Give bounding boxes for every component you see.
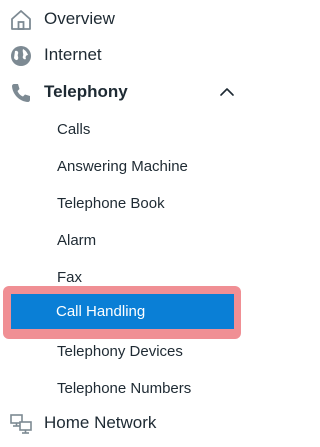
sub-item-answering-machine[interactable]: Answering Machine	[0, 148, 248, 185]
sub-item-call-handling[interactable]: Call Handling	[11, 294, 234, 329]
nav-item-overview[interactable]: Overview	[0, 1, 248, 37]
sub-item-label: Alarm	[57, 232, 97, 249]
nav-item-label: Overview	[44, 9, 115, 28]
phone-icon	[9, 81, 33, 105]
nav-item-telephony[interactable]: Telephony	[0, 74, 248, 110]
sub-item-label: Call Handling	[56, 303, 146, 320]
sub-item-label: Telephony Devices	[57, 343, 183, 360]
nav-item-label: Home Network	[44, 413, 157, 432]
sub-item-telephone-numbers[interactable]: Telephone Numbers	[0, 370, 248, 407]
sub-item-calls[interactable]: Calls	[0, 111, 248, 148]
home-icon	[9, 8, 33, 32]
sub-item-label: Fax	[57, 269, 83, 286]
sub-item-alarm[interactable]: Alarm	[0, 222, 248, 259]
nav-item-label: Internet	[44, 45, 102, 64]
nav-item-label: Telephony	[44, 82, 128, 101]
sub-item-label: Calls	[57, 121, 91, 138]
chevron-up-icon[interactable]	[218, 83, 236, 101]
nav-item-internet[interactable]: Internet	[0, 37, 248, 73]
globe-icon	[9, 44, 33, 68]
sub-item-label: Telephone Numbers	[57, 380, 192, 397]
sub-item-label: Answering Machine	[57, 158, 188, 175]
sub-item-telephone-book[interactable]: Telephone Book	[0, 185, 248, 222]
sub-item-telephony-devices[interactable]: Telephony Devices	[0, 333, 248, 370]
sub-item-label: Telephone Book	[57, 195, 165, 212]
nav-item-home-network[interactable]: Home Network	[0, 405, 248, 441]
network-icon	[9, 412, 33, 436]
